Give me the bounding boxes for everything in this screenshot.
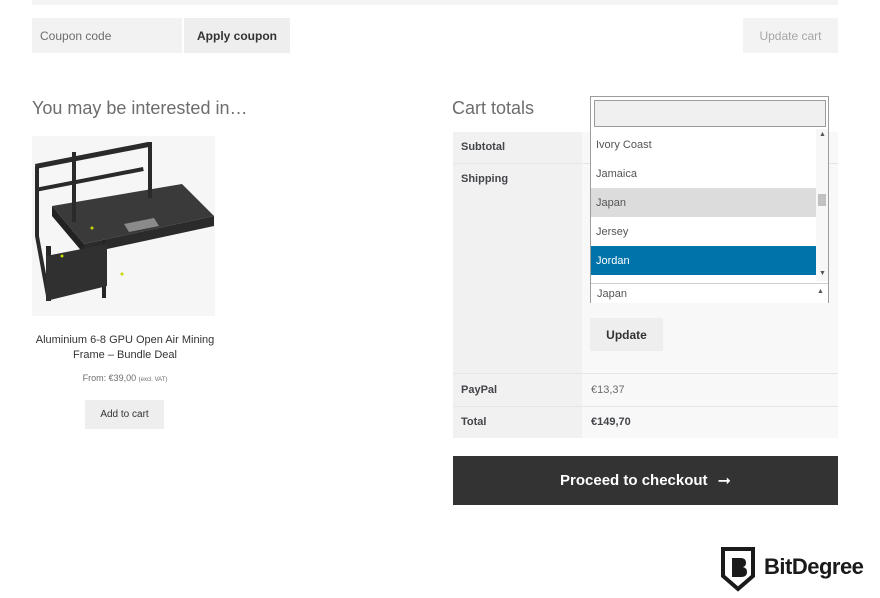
scroll-up-arrow-icon[interactable]: ▲ (819, 131, 826, 138)
interest-heading: You may be interested in… (32, 98, 248, 118)
update-cart-button[interactable]: Update cart (743, 18, 838, 53)
select-arrow-icon[interactable]: ▲ (817, 288, 824, 295)
country-option-highlighted[interactable]: Jordan (591, 246, 816, 275)
country-option-hovered[interactable]: Japan (591, 188, 816, 217)
country-select[interactable]: Japan (591, 283, 828, 303)
country-option[interactable]: Ivory Coast (591, 130, 816, 159)
update-shipping-button[interactable]: Update (590, 318, 663, 351)
product-price: From: €39,00 (excl. VAT) (30, 373, 220, 383)
price-note: (excl. VAT) (138, 377, 168, 383)
add-to-cart-button[interactable]: Add to cart (85, 400, 164, 429)
mining-frame-image (35, 142, 214, 301)
country-search-input[interactable] (594, 100, 826, 127)
arrow-right-icon: ➞ (717, 472, 731, 490)
country-option[interactable]: Jersey (591, 217, 816, 246)
cart-totals-heading: Cart totals (452, 98, 535, 118)
country-select-value: Japan (597, 287, 627, 300)
top-strip (32, 0, 838, 5)
country-option[interactable]: Jamaica (591, 159, 816, 188)
shipping-label: Shipping (461, 173, 509, 185)
bitdegree-shield-icon (720, 546, 756, 597)
total-value: €149,70 (591, 416, 631, 428)
coupon-code-input[interactable]: Coupon code (32, 18, 182, 53)
checkout-label: Proceed to checkout (560, 472, 708, 489)
paypal-value: €13,37 (591, 384, 625, 396)
row-divider (453, 406, 838, 407)
scrollbar-thumb[interactable] (818, 194, 826, 206)
proceed-to-checkout-button[interactable]: Proceed to checkout ➞ (453, 456, 838, 505)
apply-coupon-button[interactable]: Apply coupon (184, 18, 290, 53)
paypal-label: PayPal (461, 384, 498, 396)
brand-name: BitDegree (764, 554, 864, 579)
product-image[interactable] (32, 136, 215, 316)
scroll-down-arrow-icon[interactable]: ▼ (819, 270, 826, 277)
total-label: Total (461, 416, 487, 428)
coupon-placeholder: Coupon code (40, 28, 112, 43)
subtotal-label: Subtotal (461, 141, 505, 153)
product-title[interactable]: Aluminium 6-8 GPU Open Air Mining Frame … (30, 333, 220, 363)
price-value: From: €39,00 (82, 373, 137, 383)
row-divider (453, 373, 838, 374)
